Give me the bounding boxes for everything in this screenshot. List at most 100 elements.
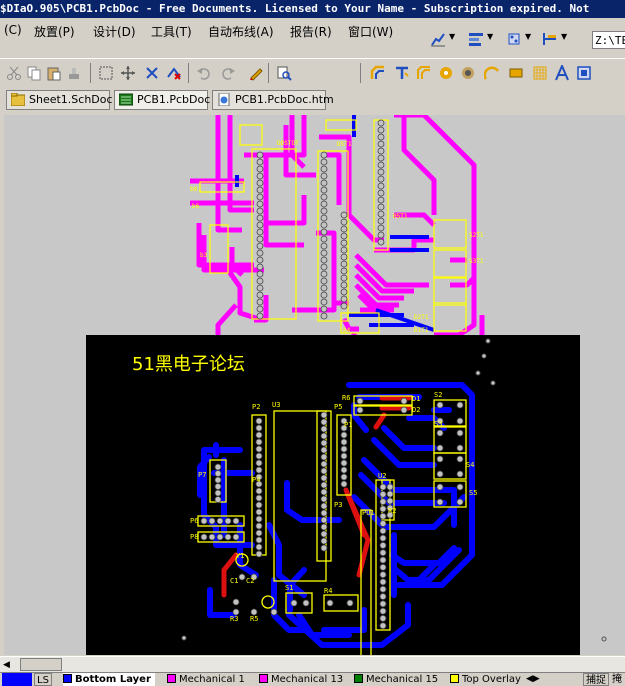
route-diff-pair-icon[interactable]: [394, 65, 410, 81]
scroll-left-icon[interactable]: ◀: [3, 660, 10, 670]
pad: [379, 571, 387, 579]
menu-item-c[interactable]: (C): [4, 23, 22, 37]
cut-icon[interactable]: [6, 65, 22, 81]
pad: [256, 214, 264, 222]
menu-item-place[interactable]: 放置(P): [34, 23, 75, 40]
pad-icon[interactable]: [438, 65, 454, 81]
layer-color-swatch: [259, 674, 268, 683]
paste-icon[interactable]: [46, 65, 62, 81]
string-icon[interactable]: [554, 65, 570, 81]
pad: [224, 517, 232, 525]
designator-c1: C1: [230, 577, 238, 585]
pad: [238, 573, 246, 581]
pcb-drawing[interactable]: DDSTOT D5T1 b8 b6 b3 S2T1 S3T1 B5T1 B4 D…: [4, 115, 625, 655]
pad: [255, 459, 263, 467]
pad: [255, 508, 263, 516]
pad: [377, 231, 385, 239]
pad: [208, 533, 216, 541]
move-icon[interactable]: [120, 65, 136, 81]
pad: [379, 600, 387, 608]
tab-pcb1-pcbdoc-htm[interactable]: PCB1.PcbDoc.htm: [212, 90, 334, 110]
snap-button[interactable]: 捕捉: [583, 673, 609, 686]
redo-icon[interactable]: [220, 65, 236, 81]
layer-set-button[interactable]: LS: [34, 673, 52, 686]
rubber-stamp-icon[interactable]: [66, 65, 82, 81]
layer-tab-label: Mechanical 15: [366, 674, 439, 685]
dropdown-arrow-icon[interactable]: ▼: [487, 32, 493, 41]
toolbar-separator: [188, 63, 189, 83]
room-icon[interactable]: [576, 65, 592, 81]
undo-icon[interactable]: [196, 65, 212, 81]
top-pads: [256, 119, 385, 320]
grid-icon[interactable]: [542, 31, 558, 47]
select-rect-icon[interactable]: [98, 65, 114, 81]
fill-icon[interactable]: [508, 65, 524, 81]
via-icon[interactable]: [460, 65, 476, 81]
dropdown-arrow-icon[interactable]: ▼: [525, 32, 531, 41]
layer-color-swatch: [450, 674, 459, 683]
layer-tab-bottom[interactable]: Bottom Layer: [63, 673, 155, 686]
pad: [456, 455, 464, 463]
layer-scroll-icon[interactable]: ◀▶: [526, 673, 540, 686]
copy-icon[interactable]: [26, 65, 42, 81]
pad: [379, 614, 387, 622]
chart-line-icon[interactable]: [430, 31, 446, 47]
pad: [255, 431, 263, 439]
pad: [436, 498, 444, 506]
pcb-canvas[interactable]: DDSTOT D5T1 b8 b6 b3 S2T1 S3T1 B5T1 B4 D…: [4, 115, 625, 655]
pad: [256, 263, 264, 271]
pad: [320, 425, 328, 433]
path-input[interactable]: Z:\TE: [592, 31, 625, 49]
scroll-thumb[interactable]: [20, 658, 62, 671]
inspect-icon[interactable]: [276, 65, 292, 81]
pad: [214, 489, 222, 497]
designator-p3: P3: [334, 501, 342, 509]
pad: [379, 578, 387, 586]
designator-p2: P2: [252, 403, 260, 411]
deselect-icon[interactable]: [166, 65, 182, 81]
designator-s2: S2: [434, 391, 442, 399]
pad: [256, 207, 264, 215]
layer-tab-top-overlay[interactable]: Top Overlay: [450, 673, 521, 686]
pad: [255, 501, 263, 509]
menu-item-window[interactable]: 窗口(W): [348, 23, 393, 40]
pad: [255, 417, 263, 425]
pad: [326, 599, 334, 607]
dropdown-arrow-icon[interactable]: ▼: [561, 32, 567, 41]
tab-sheet1-schdoc[interactable]: Sheet1.SchDoc: [6, 90, 113, 110]
pad: [436, 483, 444, 491]
pad: [256, 186, 264, 194]
pad: [340, 473, 348, 481]
align-icon[interactable]: [468, 31, 484, 47]
select-objects-icon[interactable]: [144, 65, 160, 81]
menu-item-tools[interactable]: 工具(T): [151, 23, 192, 40]
pad: [320, 488, 328, 496]
pad: [255, 445, 263, 453]
layer-tab-mechanical-13[interactable]: Mechanical 13: [259, 673, 343, 686]
tab-pcb1-pcbdoc[interactable]: PCB1.PcbDoc: [114, 90, 210, 110]
pen-icon[interactable]: [248, 65, 264, 81]
component-icon[interactable]: [506, 31, 522, 47]
route-interactive-icon[interactable]: [370, 65, 386, 81]
arc-icon[interactable]: [484, 65, 500, 81]
route-multi-icon[interactable]: [416, 65, 432, 81]
pad: [256, 221, 264, 229]
menu-item-autoroute[interactable]: 自动布线(A): [208, 23, 274, 40]
horizontal-scrollbar[interactable]: ◀: [0, 656, 625, 673]
designator-c2: C2: [246, 577, 254, 585]
svg-text:b3: b3: [200, 252, 208, 259]
pad: [379, 585, 387, 593]
current-layer-swatch[interactable]: [2, 673, 32, 686]
menu-item-reports[interactable]: 报告(R): [290, 23, 332, 40]
layer-tab-mechanical-1[interactable]: Mechanical 1: [167, 673, 245, 686]
layer-tab-bar: LS Bottom Layer Mechanical 1 Mechanical …: [0, 672, 625, 686]
layer-color-swatch: [354, 674, 363, 683]
pad: [256, 172, 264, 180]
dropdown-arrow-icon[interactable]: ▼: [449, 32, 455, 41]
polygon-icon[interactable]: [532, 65, 548, 81]
layer-tab-mechanical-15[interactable]: Mechanical 15: [354, 673, 438, 686]
pad: [320, 165, 328, 173]
svg-text:b6: b6: [192, 203, 200, 210]
mask-button[interactable]: 掩: [612, 673, 622, 686]
menu-item-design[interactable]: 设计(D): [93, 23, 136, 40]
